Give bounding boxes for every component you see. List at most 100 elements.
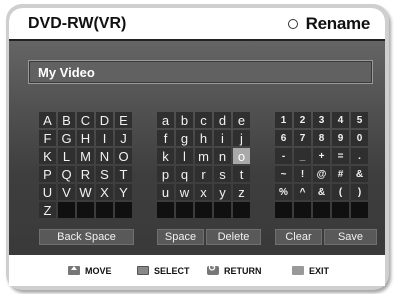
header-bar: DVD-RW(VR) Rename bbox=[9, 8, 385, 41]
key-upper[interactable]: Y bbox=[115, 184, 132, 200]
key-lower[interactable]: u bbox=[157, 184, 174, 200]
key-lower[interactable]: s bbox=[214, 166, 231, 182]
key-upper[interactable]: V bbox=[58, 184, 75, 200]
empty-key bbox=[115, 202, 132, 218]
key-lower[interactable]: w bbox=[176, 184, 193, 200]
select-hint: SELECT bbox=[137, 266, 190, 276]
key-lower[interactable]: j bbox=[233, 130, 250, 146]
empty-key bbox=[313, 202, 330, 218]
key-upper[interactable]: R bbox=[77, 166, 94, 182]
key-symbols[interactable]: 4 bbox=[332, 112, 349, 128]
return-icon bbox=[207, 263, 219, 275]
key-symbols[interactable]: 0 bbox=[351, 130, 368, 146]
clear-button[interactable]: Clear bbox=[275, 229, 322, 245]
key-lower[interactable]: y bbox=[214, 184, 231, 200]
save-button[interactable]: Save bbox=[324, 229, 377, 245]
key-upper[interactable]: N bbox=[96, 148, 113, 164]
key-upper[interactable]: U bbox=[39, 184, 56, 200]
key-symbols[interactable]: 5 bbox=[351, 112, 368, 128]
key-upper[interactable]: K bbox=[39, 148, 56, 164]
key-lower[interactable]: f bbox=[157, 130, 174, 146]
key-symbols[interactable]: & bbox=[351, 166, 368, 182]
key-symbols[interactable]: + bbox=[313, 148, 330, 164]
key-lower[interactable]: l bbox=[176, 148, 193, 164]
key-upper[interactable]: T bbox=[115, 166, 132, 182]
key-upper[interactable]: B bbox=[58, 112, 75, 128]
key-lower[interactable]: n bbox=[214, 148, 231, 164]
key-lower[interactable]: q bbox=[176, 166, 193, 182]
key-symbols[interactable]: ( bbox=[332, 184, 349, 200]
key-symbols[interactable]: = bbox=[332, 148, 349, 164]
key-lower[interactable]: t bbox=[233, 166, 250, 182]
return-hint: RETURN bbox=[207, 263, 262, 276]
key-symbols[interactable]: % bbox=[275, 184, 292, 200]
footer-bar: MOVE SELECT RETURN EXIT bbox=[9, 255, 385, 286]
key-upper[interactable]: F bbox=[39, 130, 56, 146]
key-upper[interactable]: I bbox=[96, 130, 113, 146]
key-upper[interactable]: S bbox=[96, 166, 113, 182]
delete-button[interactable]: Delete bbox=[206, 229, 261, 245]
empty-key bbox=[275, 202, 292, 218]
key-upper[interactable]: W bbox=[77, 184, 94, 200]
name-input[interactable]: My Video bbox=[28, 60, 373, 84]
key-lower[interactable]: z bbox=[233, 184, 250, 200]
move-label: MOVE bbox=[85, 265, 112, 276]
key-symbols[interactable]: 9 bbox=[332, 130, 349, 146]
key-lower[interactable]: r bbox=[195, 166, 212, 182]
key-upper[interactable]: C bbox=[77, 112, 94, 128]
key-symbols[interactable]: @ bbox=[313, 166, 330, 182]
key-upper[interactable]: H bbox=[77, 130, 94, 146]
key-lower[interactable]: c bbox=[195, 112, 212, 128]
key-upper[interactable]: Z bbox=[39, 202, 56, 218]
number-symbol-keys: 1 2 3 4 5 6 7 8 9 0- _ + =. ~! @ # &% ^ &() bbox=[275, 112, 368, 218]
key-lower[interactable]: b bbox=[176, 112, 193, 128]
key-symbols[interactable]: 7 bbox=[294, 130, 311, 146]
space-button[interactable]: Space bbox=[157, 229, 204, 245]
key-upper[interactable]: A bbox=[39, 112, 56, 128]
key-symbols[interactable]: ! bbox=[294, 166, 311, 182]
key-upper[interactable]: P bbox=[39, 166, 56, 182]
key-symbols[interactable]: 3 bbox=[313, 112, 330, 128]
key-lower[interactable]: g bbox=[176, 130, 193, 146]
key-symbols[interactable]: & bbox=[313, 184, 330, 200]
key-symbols[interactable]: . bbox=[351, 148, 368, 164]
key-lower[interactable]: h bbox=[195, 130, 212, 146]
backspace-button[interactable]: Back Space bbox=[39, 229, 134, 245]
key-symbols[interactable]: # bbox=[332, 166, 349, 182]
key-upper[interactable]: G bbox=[58, 130, 75, 146]
key-upper[interactable]: Q bbox=[58, 166, 75, 182]
key-lower[interactable]: m bbox=[195, 148, 212, 164]
name-input-value: My Video bbox=[38, 65, 95, 80]
move-icon bbox=[68, 266, 80, 275]
key-lower[interactable]: e bbox=[233, 112, 250, 128]
key-upper[interactable]: J bbox=[115, 130, 132, 146]
key-symbols[interactable]: 8 bbox=[313, 130, 330, 146]
circle-icon bbox=[287, 19, 298, 29]
key-lower[interactable]: i bbox=[214, 130, 231, 146]
key-lower[interactable]: x bbox=[195, 184, 212, 200]
key-lower[interactable]: d bbox=[214, 112, 231, 128]
key-symbols[interactable]: 6 bbox=[275, 130, 292, 146]
key-upper[interactable]: E bbox=[115, 112, 132, 128]
key-symbols[interactable]: ) bbox=[351, 184, 368, 200]
key-upper[interactable]: D bbox=[96, 112, 113, 128]
key-lower[interactable]: o bbox=[233, 148, 250, 164]
key-lower[interactable]: p bbox=[157, 166, 174, 182]
key-upper[interactable]: M bbox=[77, 148, 94, 164]
empty-key bbox=[157, 202, 174, 218]
key-symbols[interactable]: 2 bbox=[294, 112, 311, 128]
empty-key bbox=[214, 202, 231, 218]
select-icon bbox=[137, 266, 149, 275]
key-upper[interactable]: X bbox=[96, 184, 113, 200]
key-lower[interactable]: a bbox=[157, 112, 174, 128]
key-upper[interactable]: O bbox=[115, 148, 132, 164]
key-symbols[interactable]: - bbox=[275, 148, 292, 164]
key-symbols[interactable]: ~ bbox=[275, 166, 292, 182]
key-symbols[interactable]: _ bbox=[294, 148, 311, 164]
key-symbols[interactable]: 1 bbox=[275, 112, 292, 128]
uppercase-keys: ABCDE FGHIJ KLMNO PQRST UVWXY Z bbox=[39, 112, 132, 218]
key-lower[interactable]: k bbox=[157, 148, 174, 164]
key-upper[interactable]: L bbox=[58, 148, 75, 164]
key-symbols[interactable]: ^ bbox=[294, 184, 311, 200]
empty-key bbox=[294, 202, 311, 218]
